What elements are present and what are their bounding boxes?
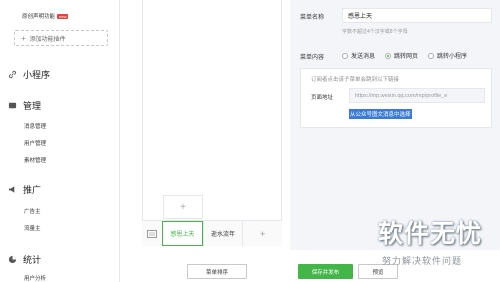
new-badge: new	[57, 14, 69, 20]
watermark-title: 软件无忧	[378, 219, 483, 248]
menu-edit-panel: 菜单名称 感恩上天 字数不超过4个汉字或8个字母 菜单内容 发送消息 跳转网页 …	[290, 0, 500, 250]
menu-sort-button[interactable]: 菜单排序	[187, 264, 247, 279]
keyboard-icon	[142, 221, 162, 246]
menu-item-1[interactable]: 感恩上天	[162, 221, 203, 246]
sidebar-item-message-manage[interactable]: 消息管理	[24, 122, 46, 130]
menu-content-label: 菜单内容	[300, 55, 325, 61]
add-plugin-button[interactable]: + 添加功能插件	[14, 30, 108, 46]
pie-chart-icon	[8, 255, 17, 264]
watermark: 软件无忧 努力解决软件问题	[368, 214, 498, 274]
radio-checked-icon	[385, 52, 392, 59]
radio-jump-webpage[interactable]: 跳转网页	[385, 51, 418, 60]
radio-icon	[342, 52, 348, 59]
custom-menu-bar: 感恩上天 逝水流年 +	[142, 220, 282, 246]
webpage-settings-box: 订阅者点击该子菜单会跳到以下链接 页面地址 https://mp.weixin.…	[300, 68, 492, 128]
sidebar-item-user-manage[interactable]: 用户管理	[24, 139, 46, 147]
sidebar-item-material-manage[interactable]: 素材管理	[24, 156, 46, 164]
page-url-label: 页面地址	[311, 95, 334, 101]
plus-icon: +	[260, 228, 266, 239]
menu-content-options: 发送消息 跳转网页 跳转小程序	[342, 51, 467, 60]
page-url-input[interactable]: https://mp.weixin.qq.com/mp/profile_e	[349, 88, 485, 103]
sidebar-item-label: 原创声明功能	[22, 14, 56, 20]
add-submenu-button[interactable]: +	[163, 195, 203, 219]
sidebar-item-advertiser[interactable]: 广告主	[24, 207, 41, 215]
add-menu-button[interactable]: +	[242, 221, 282, 246]
menu-name-hint: 字数不超过4个汉字或8个字母	[342, 29, 408, 35]
sidebar-item-user-analysis[interactable]: 用户分析	[24, 274, 46, 282]
menu-item-2[interactable]: 逝水流年	[202, 221, 243, 246]
plus-icon: +	[21, 33, 26, 43]
link-icon	[8, 70, 17, 79]
sidebar-section-manage[interactable]: 管理	[8, 99, 41, 112]
plus-icon: +	[180, 201, 186, 213]
sidebar-section-promote[interactable]: 推广	[8, 183, 41, 196]
sidebar-section-stats[interactable]: 统计	[8, 253, 41, 266]
radio-send-message[interactable]: 发送消息	[342, 51, 375, 60]
pick-from-articles-link[interactable]: 从公众号图文消息中选择	[349, 109, 412, 119]
sidebar-section-miniprogram[interactable]: 小程序	[8, 68, 50, 81]
manage-icon	[8, 101, 17, 110]
sidebar: 原创声明功能 new + 添加功能插件 小程序 管理 消息管理 用户管理 素材管理…	[0, 0, 120, 282]
webpage-tip: 订阅者点击该子菜单会跳到以下链接	[311, 77, 400, 83]
menu-name-input[interactable]: 感恩上天	[342, 8, 492, 23]
watermark-subtitle: 努力解决软件问题	[382, 256, 463, 266]
megaphone-icon	[8, 185, 17, 194]
radio-jump-miniprogram[interactable]: 跳转小程序	[428, 51, 467, 60]
menu-name-label: 菜单名称	[300, 15, 325, 21]
sidebar-item-original-declaration[interactable]: 原创声明功能 new	[22, 12, 69, 20]
sidebar-item-traffic-owner[interactable]: 流量主	[24, 224, 41, 232]
add-plugin-label: 添加功能插件	[29, 36, 66, 43]
radio-icon	[428, 52, 435, 59]
save-publish-button[interactable]: 保存并发布	[298, 264, 353, 279]
